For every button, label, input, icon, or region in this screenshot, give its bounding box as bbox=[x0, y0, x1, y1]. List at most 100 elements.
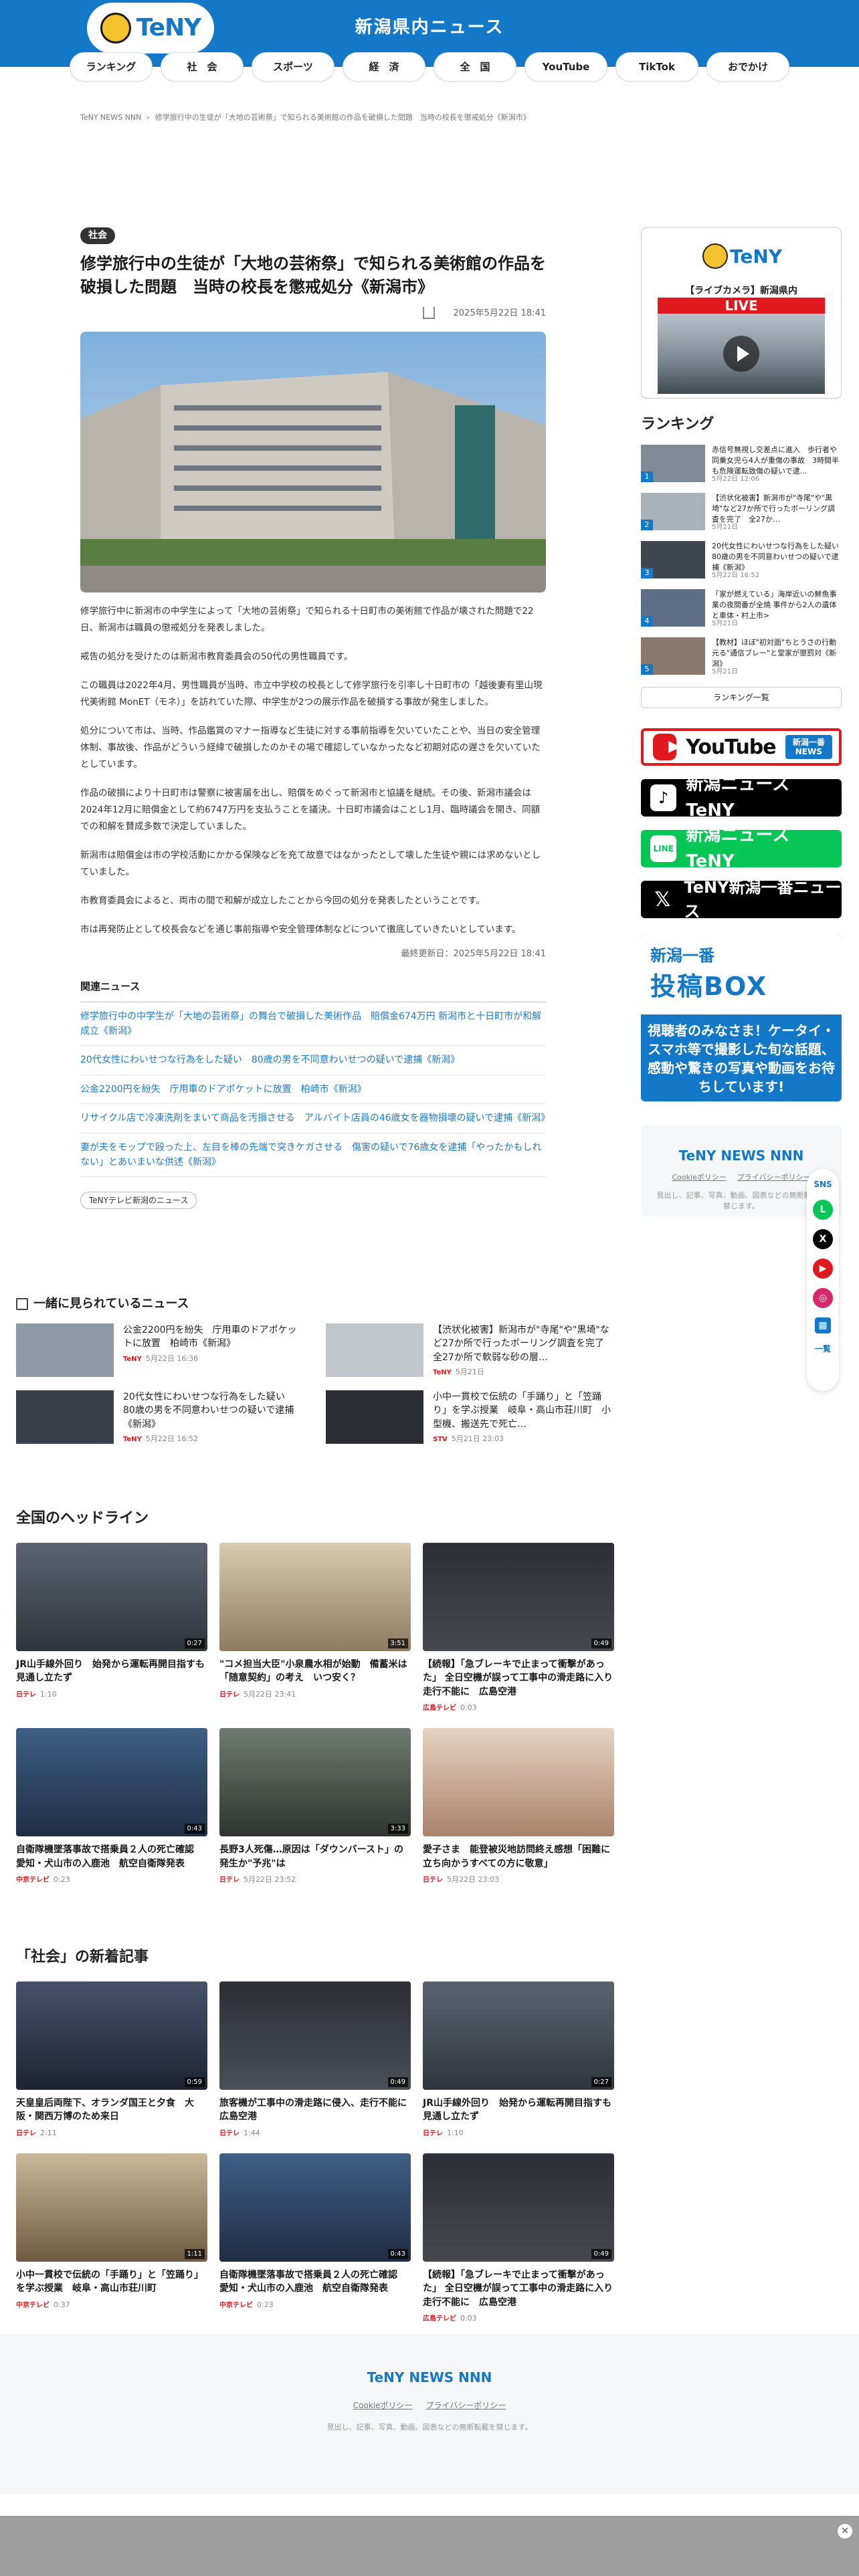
footer-links: Cookieポリシー プライバシーポリシー bbox=[654, 1172, 828, 1184]
last-updated: 最終更新日：2025年5月22日 18:41 bbox=[401, 948, 547, 959]
ranking-item[interactable]: 3 20代女性にわいせつな行為をした疑い 80歳の男を不同意わいせつの疑いで逮捕… bbox=[641, 541, 842, 580]
site-header: TeNY 新潟県内ニュース ランキング 社 会 スポーツ 経 済 全 国 You… bbox=[0, 0, 859, 82]
floating-sns-bar: SNS L X ▶ ◎ ▦ 一覧 bbox=[807, 1169, 839, 1391]
news-card[interactable]: 愛子さま 能登被災地訪問終え感想「困難に立ち向かうすべての方に敬意」 日テレ 5月2… bbox=[423, 1728, 614, 1885]
teny-logo: TeNY bbox=[702, 235, 783, 278]
nav-national[interactable]: 全 国 bbox=[434, 52, 516, 82]
ranking-item-date: 5月22日 16:52 bbox=[712, 572, 760, 579]
news-card[interactable]: 0:27 JR山手線外回り 始発から運転再開目指すも見通し立たず 日テレ 1:10 bbox=[16, 1543, 207, 1713]
related-news-link[interactable]: 妻が夫をモップで殴った上、左目を棒の先端で突きケガさせる 傷害の疑いで76歳女を… bbox=[80, 1134, 546, 1178]
ranking-thumbnail: 4 bbox=[641, 589, 705, 627]
svg-text:TeNY: TeNY bbox=[730, 245, 782, 267]
also-watched-item[interactable]: 20代女性にわいせつな行為をした疑い 80歳の男を不同意わいせつの疑いで逮捕《新… bbox=[16, 1390, 304, 1444]
related-news-link[interactable]: リサイクル店で冷凍洗剤をまいて商品を汚損させる アルバイト店員の46歳女を器物損… bbox=[80, 1104, 550, 1134]
news-card[interactable]: 0:59 天皇皇后両陛下、オランダ国王と夕食 大阪・関西万博のため来日 日テレ 2:1… bbox=[16, 1981, 207, 2139]
news-title: 【続報】「急ブレーキで止まって衝撃があった」 全日空機が誤って工事中の滑走路に入… bbox=[423, 1659, 613, 1697]
related-news-link[interactable]: 公金2200円を紛失 庁用車のドアポケットに放置 柏崎市《新潟》 bbox=[80, 1075, 546, 1105]
related-news-title: 関連ニュース bbox=[80, 979, 546, 1002]
line-banner[interactable]: LINE 新潟ニュース TeNY bbox=[641, 825, 842, 871]
x-icon[interactable]: X bbox=[813, 1229, 833, 1249]
also-watched-item[interactable]: 公金2200円を紛失 庁用車のドアポケットに放置 柏崎市《新潟》 TeNY 5月22… bbox=[16, 1323, 304, 1377]
privacy-policy-link[interactable]: プライバシーポリシー bbox=[737, 1173, 811, 1182]
news-thumbnail: 0:43 bbox=[16, 1728, 207, 1837]
news-card[interactable]: 0:43 自衛隊機墜落事故で搭乗員２人の死亡確認 愛知・犬山市の入鹿池 航空自衛隊… bbox=[219, 2153, 411, 2324]
nav-youtube[interactable]: YouTube bbox=[524, 52, 607, 82]
close-icon[interactable]: ✕ bbox=[838, 2524, 852, 2539]
footer-logo[interactable]: TeNY NEWS NNN bbox=[0, 2367, 859, 2387]
ranking-item[interactable]: 5 【教材】ほぼ"初対面"ちとうさの行動 元る"通信ブレー"と堂家が懲罰対《新潟… bbox=[641, 637, 842, 676]
news-date: 5月22日 23:52 bbox=[244, 1874, 296, 1884]
news-card[interactable]: 3:33 長野3人死傷…原因は「ダウンバースト」の発生か"予兆"は 日テレ 5月22日… bbox=[219, 1728, 411, 1885]
news-thumbnail: 3:33 bbox=[219, 1728, 411, 1837]
news-card[interactable]: 1:11 小中一貫校で伝統の「手踊り」と「笠踊り」を学ぶ授業 岐阜・高山市荘川町中… bbox=[16, 2153, 207, 2324]
also-watched-item[interactable]: 小中一貫校で伝統の「手踊り」と「笠踊り」を学ぶ授業 岐阜・高山市荘川町 小型機、… bbox=[326, 1390, 614, 1444]
related-news-link[interactable]: 20代女性にわいせつな行為をした疑い 80歳の男を不同意わいせつの疑いで逮捕《新… bbox=[80, 1046, 546, 1075]
cookie-policy-link[interactable]: Cookieポリシー bbox=[672, 1173, 726, 1182]
privacy-policy-link[interactable]: プライバシーポリシー bbox=[425, 2401, 506, 2410]
news-card[interactable]: 0:49 【続報】「急ブレーキで止まって衝撃があった」 全日空機が誤って工事中の滑… bbox=[423, 2153, 614, 2324]
news-date: 1:10 bbox=[447, 2128, 464, 2137]
live-camera-image bbox=[658, 314, 825, 394]
rank-number: 4 bbox=[641, 615, 653, 627]
also-watched-title: 一緒に見られているニュース bbox=[33, 1297, 189, 1311]
cookie-policy-link[interactable]: Cookieポリシー bbox=[353, 2401, 413, 2410]
instagram-icon[interactable]: ◎ bbox=[813, 1288, 833, 1308]
video-duration: 0:49 bbox=[591, 1638, 611, 1648]
news-thumbnail bbox=[423, 1728, 614, 1837]
nav-odekake[interactable]: おでかけ bbox=[706, 52, 789, 82]
news-thumbnail: 1:11 bbox=[16, 2153, 207, 2262]
also-watched-item[interactable]: 【渋状化被害】新潟市が"寺尾"や"黒埼"など27か所で行ったボーリング調査を完了… bbox=[326, 1323, 614, 1377]
sns-more[interactable]: 一覧 bbox=[815, 1343, 831, 1355]
ranking-item[interactable]: 1 赤信号無視し交差点に進入 歩行者や同乗女児ら4人が重傷の事故 3時間半も危険… bbox=[641, 445, 842, 484]
nav-tiktok[interactable]: TikTok bbox=[615, 52, 698, 82]
x-banner[interactable]: 𝕏 TeNY新潟一番ニュース bbox=[641, 878, 842, 921]
youtube-banner[interactable]: YouTube 新潟一番 NEWS bbox=[641, 728, 842, 766]
news-card[interactable]: 3:51 "コメ担当大臣"小泉農水相が始動 備蓄米は「随意契約」の考え いつ安く？… bbox=[219, 1543, 411, 1713]
news-source: 日テレ bbox=[219, 1691, 240, 1699]
society-section-title: 「社会」の新着記事 bbox=[16, 1949, 149, 1965]
tag-button[interactable]: TeNYテレビ新潟のニュース bbox=[80, 1192, 197, 1210]
related-news-link[interactable]: 修学旅行中の中学生が「大地の芸術祭」の舞台で破損した美術作品 賠償金674万円 … bbox=[80, 1002, 546, 1047]
nav-sports[interactable]: スポーツ bbox=[252, 52, 335, 82]
tiktok-icon: ♪ bbox=[650, 784, 677, 811]
sidebar: TeNY 【ライブカメラ】新潟県内 LIVE ランキング 1 赤信号無視し交差点… bbox=[641, 227, 842, 1216]
news-date: 5月22日 16:52 bbox=[145, 1434, 199, 1443]
line-icon[interactable]: L bbox=[813, 1200, 833, 1220]
video-duration: 0:49 bbox=[387, 2077, 408, 2087]
category-badge[interactable]: 社会 bbox=[80, 227, 115, 244]
ranking-item[interactable]: 4 「家が燃えている」海岸近いの鮮魚事業の夜間番が全焼 事件から2人の遺体と車体… bbox=[641, 589, 842, 628]
youtube-icon bbox=[653, 734, 681, 760]
live-badge: LIVE bbox=[658, 298, 825, 314]
submission-box-banner[interactable]: 新潟一番 投稿BOX 視聴者のみなさま！ケータイ・スマホ等で撮影した旬な話題、感… bbox=[641, 934, 842, 1101]
grid-icon[interactable]: ▦ bbox=[815, 1317, 831, 1333]
news-card[interactable]: 0:43 自衛隊機墜落事故で搭乗員２人の死亡確認 愛知・犬山市の入鹿池 航空自衛隊… bbox=[16, 1728, 207, 1885]
news-date: 1:44 bbox=[244, 2128, 260, 2137]
nav-economy[interactable]: 経 済 bbox=[343, 52, 425, 82]
news-date: 5月21日 23:03 bbox=[451, 1434, 504, 1443]
news-card[interactable]: 0:27 JR山手線外回り 始発から運転再開目指すも見通し立たず 日テレ 1:10 bbox=[423, 1981, 614, 2139]
youtube-icon[interactable]: ▶ bbox=[813, 1259, 833, 1279]
rank-number: 3 bbox=[641, 567, 653, 578]
news-card[interactable]: 0:49 【続報】「急ブレーキで止まって衝撃があった」 全日空機が誤って工事中の滑… bbox=[423, 1543, 614, 1713]
nav-society[interactable]: 社 会 bbox=[161, 52, 244, 82]
tiktok-banner[interactable]: ♪ 新潟ニュース TeNY bbox=[641, 774, 842, 821]
nav-ranking[interactable]: ランキング bbox=[70, 52, 153, 82]
news-title: 【渋状化被害】新潟市が"寺尾"や"黒埼"など27か所で行ったボーリング調査を完了… bbox=[433, 1325, 613, 1363]
ranking-item-date: 5月21日 bbox=[712, 668, 739, 675]
article-paragraph: 修学旅行中に新潟市の中学生によって「大地の芸術祭」で知られる十日町市の美術館で作… bbox=[80, 606, 534, 634]
news-source: 広島テレビ bbox=[423, 2315, 456, 2323]
ranking-thumbnail: 5 bbox=[641, 637, 705, 675]
breadcrumb-home[interactable]: TeNY NEWS NNN bbox=[80, 113, 141, 122]
article-hero-image bbox=[80, 332, 546, 593]
video-duration: 0:27 bbox=[184, 1638, 205, 1648]
news-title: 公金2200円を紛失 庁用車のドアポケットに放置 柏崎市《新潟》 bbox=[123, 1325, 297, 1350]
news-thumbnail: 3:51 bbox=[219, 1543, 411, 1651]
ranking-more-button[interactable]: ランキング一覧 bbox=[641, 687, 842, 708]
news-date: 5月22日 23:41 bbox=[244, 1689, 296, 1699]
play-icon[interactable] bbox=[723, 336, 759, 372]
news-card[interactable]: 0:49 旅客機が工事中の滑走路に侵入、走行不能に 広島空港 日テレ 1:44 bbox=[219, 1981, 416, 2139]
share-icon[interactable] bbox=[422, 307, 435, 320]
ranking-item[interactable]: 2 【渋状化被害】新潟市が"寺尾"や"黒埼"など27か所で行ったボーリング調査を… bbox=[641, 493, 842, 532]
live-camera-card[interactable]: TeNY 【ライブカメラ】新潟県内 LIVE bbox=[641, 227, 842, 399]
ranking-item-title: 20代女性にわいせつな行為をした疑い 80歳の男を不同意わいせつの疑いで逮捕《新… bbox=[712, 542, 842, 570]
